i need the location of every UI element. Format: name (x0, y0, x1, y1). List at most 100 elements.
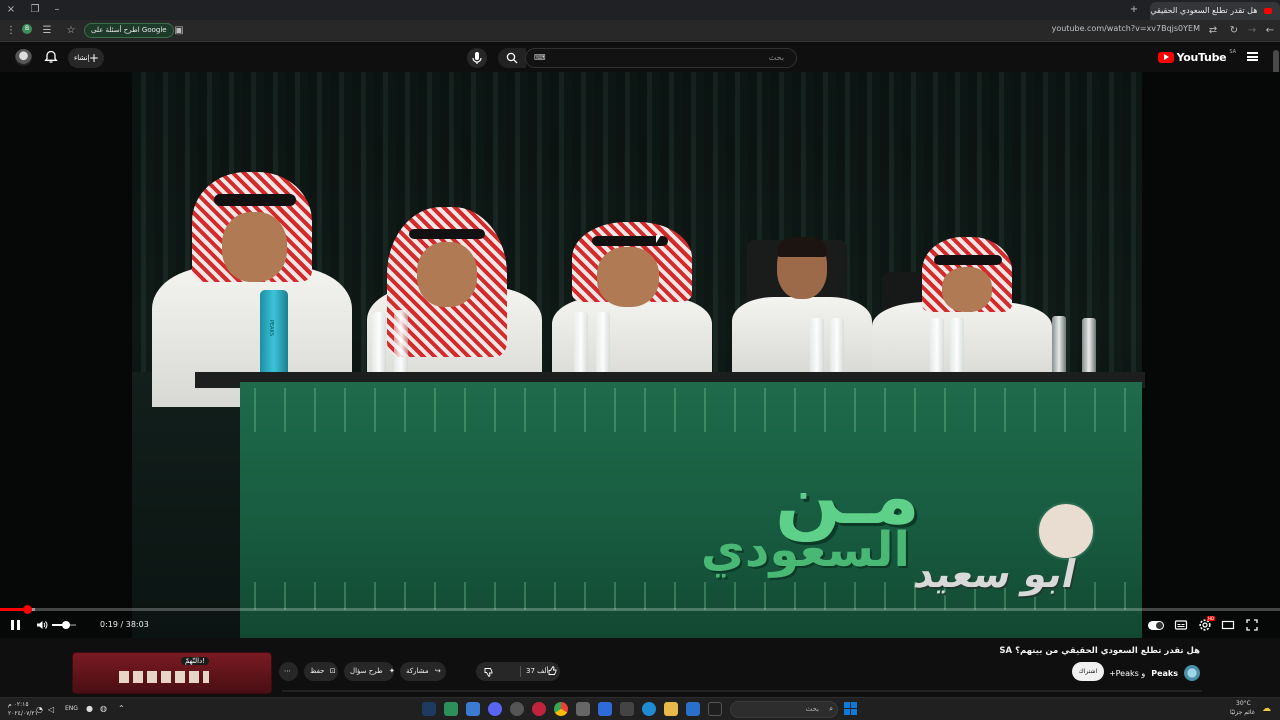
volume-icon[interactable] (36, 619, 48, 631)
bookmark-star-icon[interactable]: ☆ (64, 24, 78, 38)
subscribe-button[interactable]: اشتراك (1072, 662, 1104, 681)
plus-icon: + (88, 51, 99, 65)
browser-menu-icon[interactable]: ⋮ (4, 24, 18, 38)
taskbar-search[interactable]: بحث ⌕ (730, 701, 838, 718)
bottle-brand-label: PEAKS (268, 320, 274, 337)
discord-icon[interactable] (488, 702, 502, 716)
app-icon[interactable] (598, 702, 612, 716)
panelist-4 (732, 237, 872, 377)
mic-icon[interactable] (467, 48, 487, 68)
app-icon[interactable] (620, 702, 634, 716)
sparkle-icon: ✦ (388, 667, 395, 675)
mic-tray-icon[interactable]: ● (86, 704, 93, 713)
dislike-icon[interactable] (484, 667, 494, 677)
youtube-logo[interactable]: YouTube SA (1157, 49, 1236, 64)
youtube-wordmark: YouTube (1176, 50, 1227, 64)
section-divider (282, 690, 1202, 692)
forward-icon[interactable]: → (1245, 24, 1259, 38)
pause-icon[interactable] (11, 620, 20, 630)
back-icon[interactable]: ← (1263, 24, 1277, 38)
app-icon[interactable] (532, 702, 546, 716)
minimize-window-icon[interactable]: – (50, 3, 64, 17)
url-text[interactable]: youtube.com/watch?v=xv7Bqjs0YEM (1052, 24, 1200, 33)
volume-knob[interactable] (62, 621, 71, 629)
edge-icon[interactable] (642, 702, 656, 716)
restore-window-icon[interactable]: ❐ (28, 3, 42, 17)
share-button[interactable]: مشاركة ↪ (400, 662, 446, 681)
tray-app-icon[interactable]: ◍ (100, 704, 107, 713)
channel-avatar[interactable] (1184, 665, 1200, 681)
create-button[interactable]: إنشاء + (68, 48, 104, 68)
search-input[interactable]: بحث ⌨ (525, 48, 797, 68)
like-dislike-group: 37 ألف (476, 662, 560, 681)
search-icon (506, 52, 518, 64)
reload-icon[interactable]: ↻ (1227, 24, 1241, 38)
tab-title: هل تقدر تطلع السعودي الحقيقي من بينهم؟ S… (1150, 6, 1258, 15)
bell-icon[interactable] (44, 50, 58, 64)
app-icon[interactable] (444, 702, 458, 716)
new-tab-button[interactable]: + (1127, 3, 1141, 17)
profile-icon[interactable]: B (22, 24, 32, 34)
clock-time[interactable]: ٠٢:١٥ م (8, 701, 29, 708)
like-separator (520, 666, 521, 677)
desk-pattern (240, 388, 1142, 432)
close-window-icon[interactable]: × (4, 3, 18, 17)
taskbar-search-icon: ⌕ (829, 705, 833, 713)
weather-text[interactable]: غائم جزئيًا (1230, 709, 1255, 716)
menu-icon[interactable] (1247, 52, 1258, 61)
windows-icon[interactable] (844, 702, 857, 715)
fullscreen-icon[interactable] (1245, 618, 1259, 632)
app-icon[interactable] (708, 702, 722, 716)
scrubber-knob[interactable] (22, 605, 32, 614)
language-indicator[interactable]: ENG (65, 705, 78, 712)
steam-icon[interactable] (422, 702, 436, 716)
playlist-card[interactable]: دالنّهمّ! (72, 652, 272, 694)
active-tab[interactable]: هل تقدر تطلع السعودي الحقيقي من بينهم؟ S… (1150, 2, 1280, 20)
page-info-icon[interactable]: ▣ (172, 24, 186, 38)
account-avatar[interactable] (15, 49, 32, 66)
ask-label: طرح سؤال (350, 667, 383, 675)
like-count[interactable]: 37 ألف (526, 662, 548, 681)
app-icon[interactable] (510, 702, 524, 716)
water-bottle (810, 318, 824, 378)
share-icon: ↪ (434, 667, 441, 675)
weather-temp[interactable]: 30°C (1236, 700, 1251, 707)
autoplay-toggle[interactable] (1148, 621, 1164, 630)
time-display: 0:19 / 38:03 (100, 620, 149, 629)
more-actions-button[interactable]: ⋯ (279, 662, 298, 681)
captions-icon[interactable] (1174, 618, 1188, 632)
chrome-icon[interactable] (554, 702, 568, 716)
google-ask-chip[interactable]: اطرح أسئلة على Google (84, 23, 174, 38)
video-title: هل تقدر تطلع السعودي الحقيقي من بينهم؟ S… (999, 646, 1200, 656)
search-button[interactable] (498, 48, 526, 68)
app-icon[interactable] (466, 702, 480, 716)
panelist-1 (152, 172, 352, 407)
progress-bar[interactable] (0, 605, 1280, 614)
channel-row[interactable]: Peaks و Peaks+ (1109, 664, 1200, 682)
teal-bottle: PEAKS (260, 290, 288, 378)
show-logo-subtitle: السعودي (700, 522, 910, 578)
theater-icon[interactable] (1221, 618, 1235, 632)
volume-slider[interactable] (52, 621, 76, 629)
channel-collab[interactable]: و Peaks+ (1109, 669, 1145, 678)
save-button[interactable]: حفظ ⊡ (304, 662, 338, 681)
like-icon[interactable] (548, 666, 558, 676)
app-icon[interactable] (686, 702, 700, 716)
ask-button[interactable]: طرح سؤال ✦ (344, 662, 395, 681)
host-name: ابو سعيد (910, 552, 1081, 596)
save-icon: ⊡ (329, 667, 336, 675)
water-bottle (372, 312, 386, 374)
water-bottle (830, 318, 844, 378)
app-icon[interactable] (576, 702, 590, 716)
file-explorer-icon[interactable] (664, 702, 678, 716)
channel-name[interactable]: Peaks (1151, 669, 1178, 678)
weather-icon[interactable]: ☁ (1262, 704, 1271, 714)
keyboard-icon[interactable]: ⌨ (534, 49, 546, 67)
show-hidden-icons[interactable]: ⌃ (118, 704, 125, 713)
extensions-icon[interactable]: ☰ (40, 24, 54, 38)
speaker-icon[interactable]: ◁ (48, 705, 54, 714)
video-player[interactable]: PEAKS مـن السعودي ابو سعيد 0:19 / 38:03 … (0, 72, 1280, 638)
site-settings-icon[interactable]: ⇄ (1206, 24, 1220, 38)
clock-date[interactable]: ٢٠٢٤/٠٧/٢١ (8, 710, 38, 717)
network-icon[interactable]: ◔ (36, 705, 43, 714)
